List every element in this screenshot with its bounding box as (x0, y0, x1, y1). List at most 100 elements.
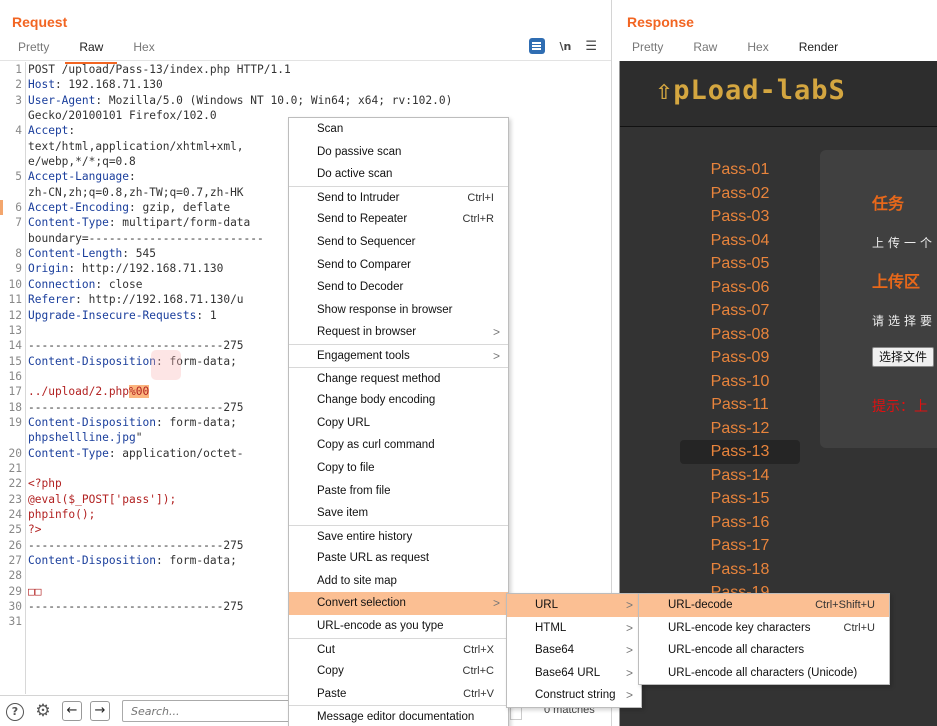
menu-item[interactable]: Copy URL (289, 412, 508, 435)
menu-item[interactable]: Show response in browser (289, 299, 508, 322)
menu-item[interactable]: Copy to file (289, 457, 508, 480)
tab-hex[interactable]: Hex (747, 38, 768, 60)
submenu-item[interactable]: URL-encode all characters (Unicode) (639, 662, 889, 685)
pass-link[interactable]: Pass-15 (680, 487, 800, 511)
submenu-item[interactable]: URL-encode key characters Ctrl+U (639, 617, 889, 640)
menu-item[interactable]: Change request method (289, 366, 508, 390)
submenu-item[interactable]: URL-encode all characters (639, 639, 889, 662)
hamburger-menu-icon[interactable]: ☰ (585, 39, 597, 54)
menu-item[interactable]: URL-encode as you type (289, 615, 508, 638)
menu-item-shortcut: Ctrl+V (463, 687, 494, 700)
menu-item[interactable]: Paste from file (289, 480, 508, 503)
chevron-right-icon: > (625, 598, 633, 612)
menu-item[interactable]: Send to Comparer (289, 254, 508, 277)
pass-link[interactable]: Pass-04 (680, 229, 800, 253)
tab-raw[interactable]: Raw (65, 38, 118, 64)
menu-item[interactable]: Change body encoding (289, 389, 508, 412)
menu-item-label: Paste URL as request (317, 552, 430, 565)
convert-selection-submenu: URL > HTML > Base64 > Base64 URL > Construct str… (506, 593, 642, 708)
wrap-lines-icon[interactable] (529, 38, 546, 54)
show-newlines-icon[interactable]: \n (559, 40, 571, 53)
help-icon[interactable]: ? (6, 703, 24, 721)
tab-pretty[interactable]: Pretty (632, 38, 663, 60)
menu-item[interactable]: Send to Decoder (289, 276, 508, 299)
tab-pretty[interactable]: Pretty (18, 38, 49, 60)
line-text: Accept-Language: (25, 169, 136, 184)
menu-item[interactable]: Scan (289, 118, 508, 141)
menu-item[interactable]: Request in browser > (289, 321, 508, 344)
menu-item[interactable]: Add to site map (289, 570, 508, 593)
pass-link[interactable]: Pass-07 (680, 299, 800, 323)
submenu-item[interactable]: Base64 > (507, 639, 641, 662)
code-token: Content-Disposition (28, 415, 156, 429)
submenu-item[interactable]: URL > (507, 594, 641, 617)
pass-link[interactable]: Pass-11 (680, 393, 800, 417)
line-text: Upgrade-Insecure-Requests: 1 (25, 308, 217, 323)
menu-item[interactable]: Send to Sequencer (289, 231, 508, 254)
menu-item-label: URL-encode key characters (668, 621, 811, 634)
pass-link[interactable]: Pass-03 (680, 205, 800, 229)
menu-item[interactable]: Save entire history (289, 524, 508, 548)
code-token: : (129, 170, 136, 184)
tab-raw[interactable]: Raw (693, 38, 717, 60)
line-number: 12 (8, 308, 22, 322)
tab-render[interactable]: Render (782, 38, 855, 64)
pass-link[interactable]: Pass-05 (680, 252, 800, 276)
settings-gear-icon[interactable]: ⚙ (34, 703, 52, 721)
menu-item-shortcut: Ctrl+C (462, 665, 494, 678)
choose-file-button[interactable]: 选择文件 (872, 347, 935, 367)
menu-item[interactable]: Do active scan (289, 163, 508, 186)
code-token: Content-Type (28, 216, 109, 230)
pass-link[interactable]: Pass-02 (680, 182, 800, 206)
submenu-item[interactable]: Construct string > (507, 684, 641, 707)
tab-hex[interactable]: Hex (133, 38, 154, 60)
line-number: 25 (8, 523, 22, 537)
line-text: Accept-Encoding: gzip, deflate (25, 200, 230, 215)
pass-link[interactable]: Pass-08 (680, 323, 800, 347)
pass-link[interactable]: Pass-17 (680, 534, 800, 558)
search-input[interactable] (122, 700, 292, 722)
back-button[interactable]: ← (62, 701, 82, 721)
menu-item[interactable]: Engagement tools > (289, 343, 508, 367)
menu-item-label: Send to Intruder (317, 191, 400, 204)
line-text: ?> (25, 522, 41, 537)
menu-item[interactable]: Do passive scan (289, 141, 508, 164)
menu-item[interactable]: Cut Ctrl+X (289, 637, 508, 661)
line-number: 31 (8, 615, 22, 629)
line-number: 24 (8, 507, 22, 521)
code-token: <?php (28, 477, 62, 491)
pass-link[interactable]: Pass-16 (680, 511, 800, 535)
forward-button[interactable]: → (90, 701, 110, 721)
pass-link[interactable]: Pass-10 (680, 370, 800, 394)
line-number: 23 (8, 492, 22, 506)
pass-link[interactable]: Pass-14 (680, 464, 800, 488)
menu-item-label: Change request method (317, 372, 441, 385)
pass-link[interactable]: Pass-18 (680, 558, 800, 582)
menu-item[interactable]: Message editor documentation (289, 705, 508, 726)
menu-item[interactable]: Send to Intruder Ctrl+I (289, 185, 508, 209)
line-number: 22 (8, 477, 22, 491)
code-token: Accept-Encoding (28, 201, 130, 215)
pass-link[interactable]: Pass-13 (680, 440, 800, 464)
menu-item-label: Show response in browser (317, 303, 453, 316)
menu-item[interactable]: Paste Ctrl+V (289, 683, 508, 706)
pass-link[interactable]: Pass-12 (680, 417, 800, 441)
menu-item[interactable]: Send to Repeater Ctrl+R (289, 208, 508, 231)
task-text: 上传一个 (872, 236, 937, 250)
menu-item[interactable]: Paste URL as request (289, 547, 508, 570)
menu-item[interactable]: Copy Ctrl+C (289, 660, 508, 683)
pass-link[interactable]: Pass-01 (680, 158, 800, 182)
pass-link[interactable]: Pass-06 (680, 276, 800, 300)
menu-item[interactable]: Copy as curl command (289, 434, 508, 457)
submenu-item[interactable]: URL-decode Ctrl+Shift+U (639, 594, 889, 617)
pass-link[interactable]: Pass-09 (680, 346, 800, 370)
menu-item[interactable]: Save item (289, 502, 508, 525)
submenu-item[interactable]: Base64 URL > (507, 662, 641, 685)
code-token: : application/octet- (108, 446, 244, 460)
line-text: User-Agent: Mozilla/5.0 (Windows NT 10.0… (25, 93, 452, 108)
submenu-item[interactable]: HTML > (507, 617, 641, 640)
code-token: -----------------------------275 (28, 339, 244, 353)
menu-item-label: Do active scan (317, 168, 393, 181)
menu-item[interactable]: Convert selection > (289, 592, 508, 616)
editor-toolbar: \n ☰ (529, 38, 597, 54)
